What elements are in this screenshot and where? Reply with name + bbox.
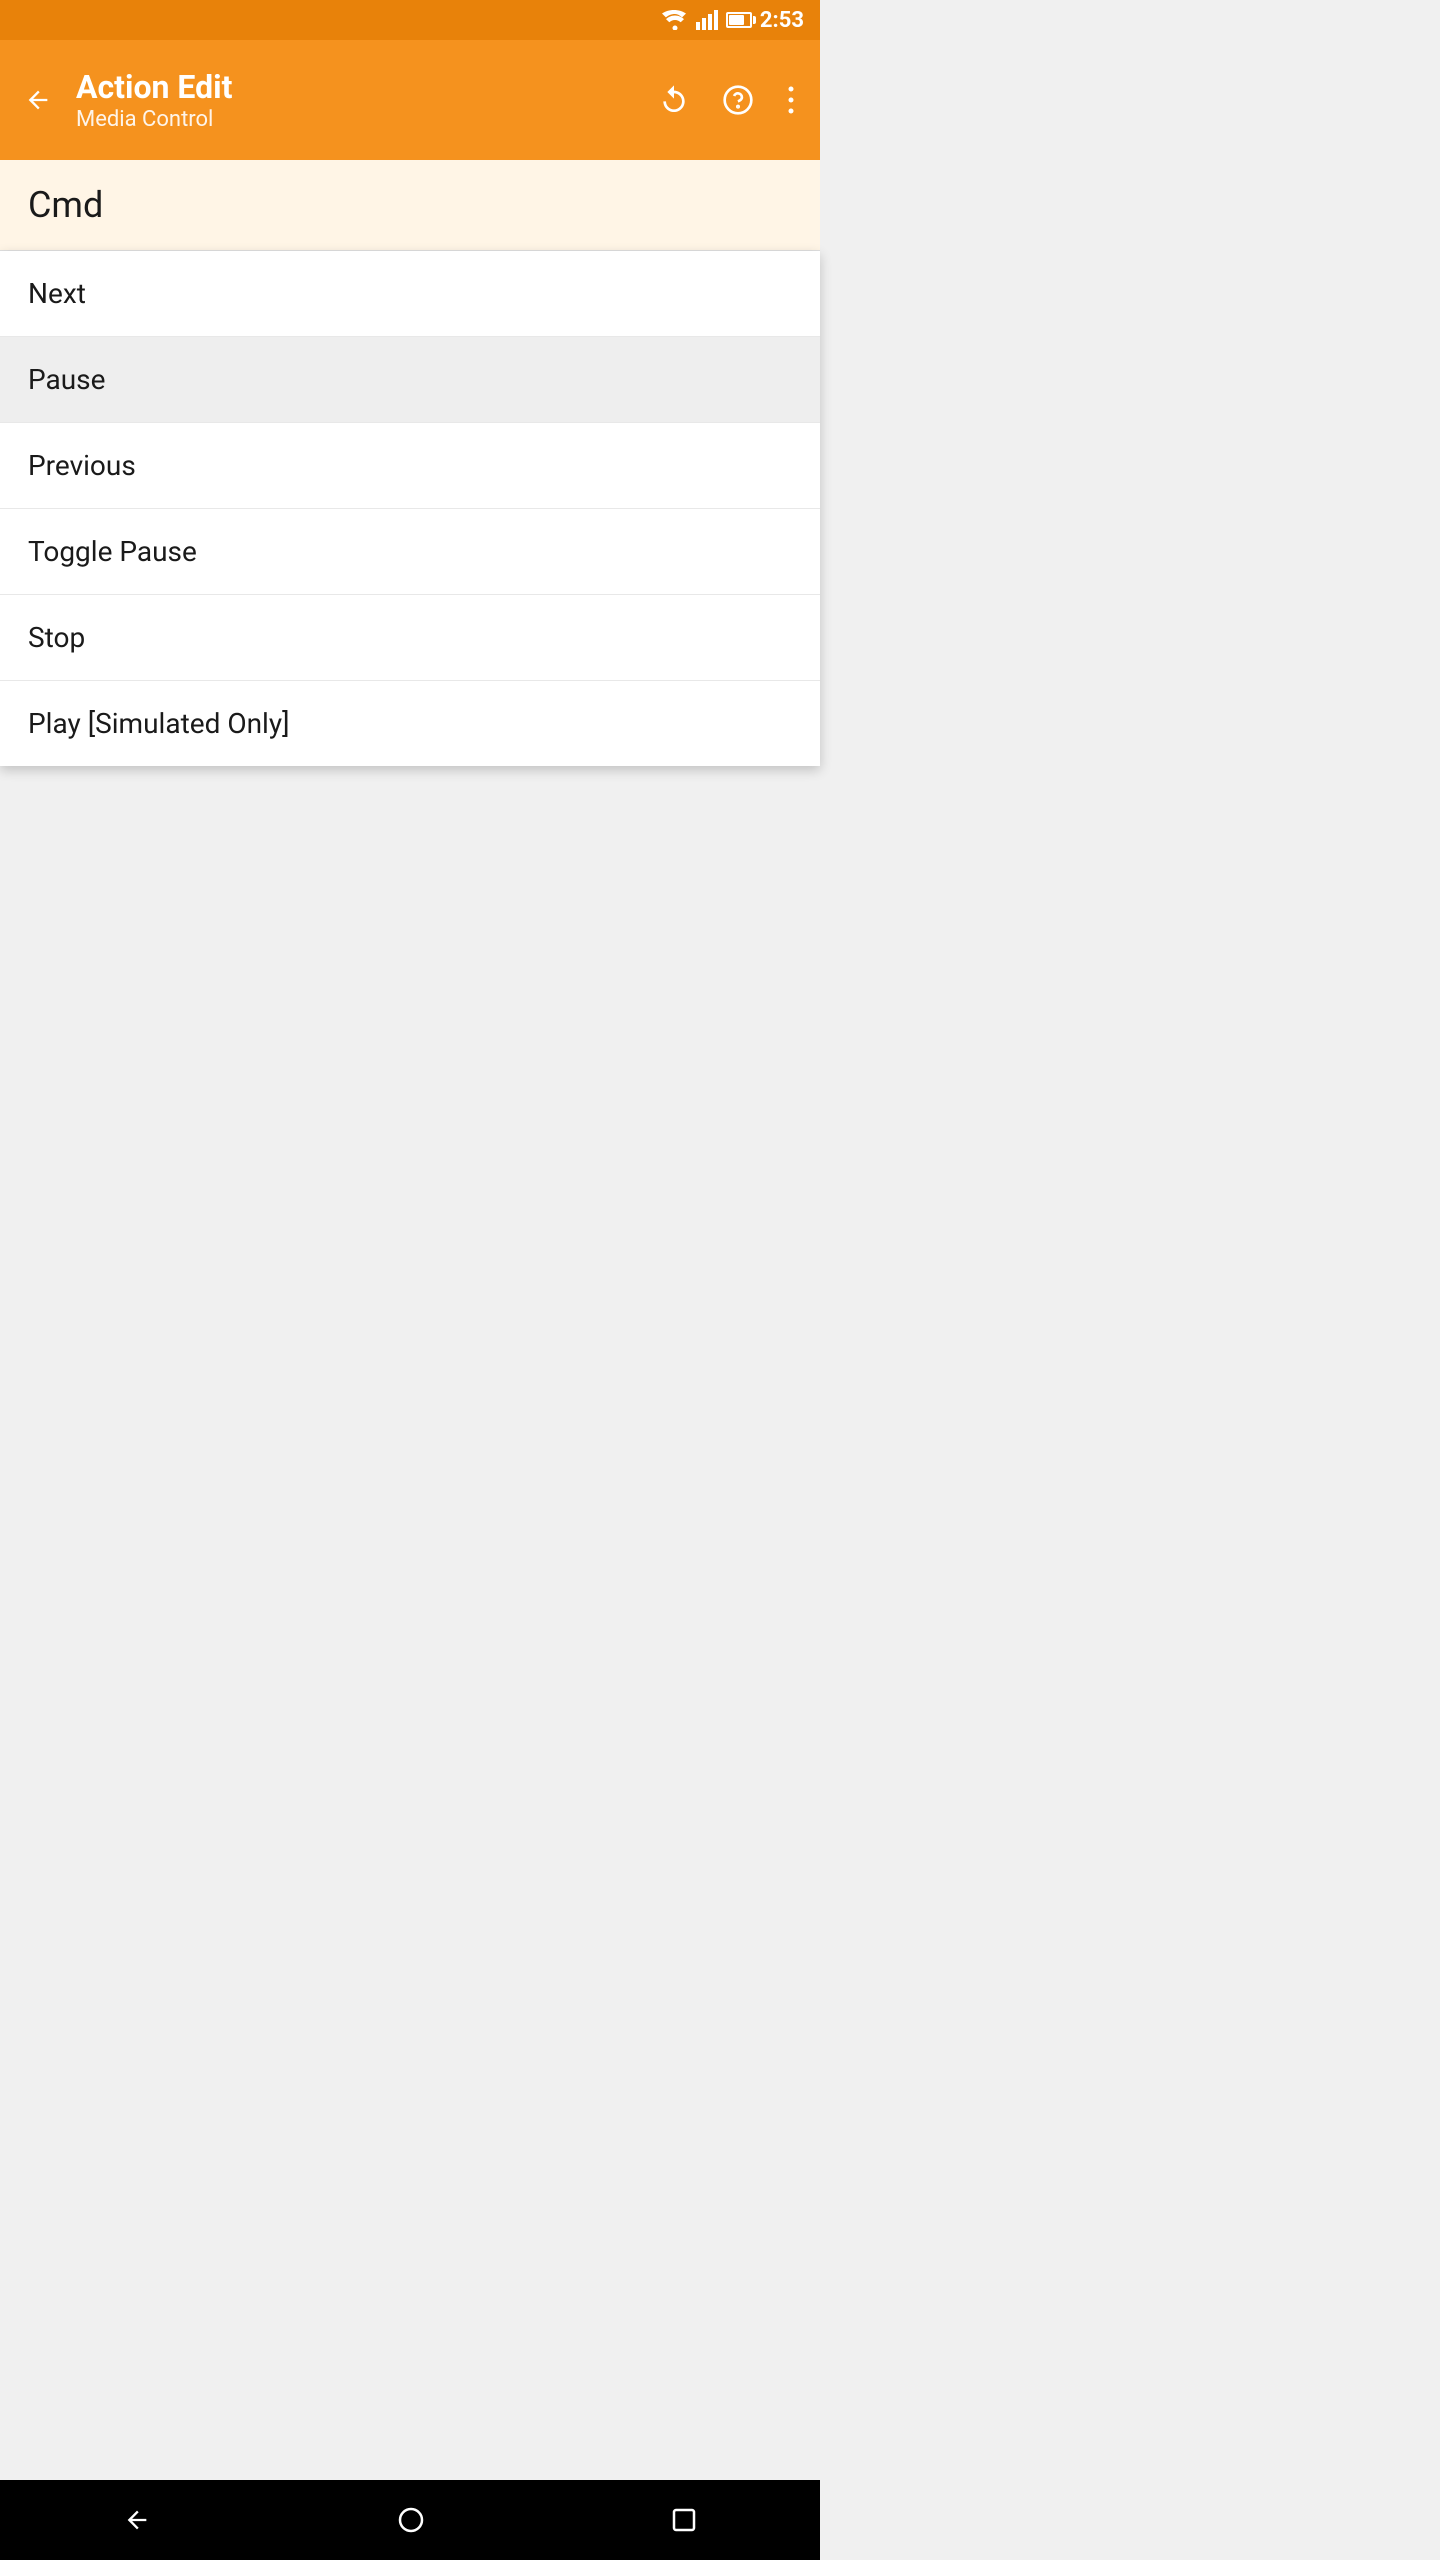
dropdown-list: NextPausePreviousToggle PauseStopPlay [S…: [0, 251, 820, 766]
cmd-label: Cmd: [28, 184, 103, 226]
dropdown-item[interactable]: Toggle Pause: [0, 509, 820, 595]
battery-icon: [726, 12, 752, 28]
reset-button[interactable]: [650, 76, 698, 124]
dropdown-item[interactable]: Previous: [0, 423, 820, 509]
status-icons: 2:53: [662, 8, 804, 33]
nav-bar: [0, 2480, 820, 2560]
signal-icon: [696, 10, 718, 30]
wifi-icon: [662, 10, 688, 30]
cmd-label-area: Cmd: [0, 160, 820, 251]
more-options-button[interactable]: [778, 76, 804, 124]
help-button[interactable]: [714, 76, 762, 124]
main-content: Cmd NextPausePreviousToggle PauseStopPla…: [0, 160, 820, 766]
status-bar: 2:53: [0, 0, 820, 40]
status-time: 2:53: [760, 8, 804, 33]
nav-home-button[interactable]: [377, 2496, 445, 2544]
dropdown-item[interactable]: Next: [0, 251, 820, 337]
nav-recent-button[interactable]: [651, 2497, 717, 2543]
dropdown-item[interactable]: Pause: [0, 337, 820, 423]
app-bar-title-group: Action Edit Media Control: [76, 68, 634, 131]
dropdown-item[interactable]: Play [Simulated Only]: [0, 681, 820, 766]
app-bar-subtitle: Media Control: [76, 107, 634, 132]
app-bar-title: Action Edit: [76, 68, 634, 106]
app-bar: Action Edit Media Control: [0, 40, 820, 160]
nav-back-button[interactable]: [103, 2496, 171, 2544]
app-bar-actions: [650, 76, 804, 124]
dropdown-item[interactable]: Stop: [0, 595, 820, 681]
back-button[interactable]: [16, 78, 60, 122]
